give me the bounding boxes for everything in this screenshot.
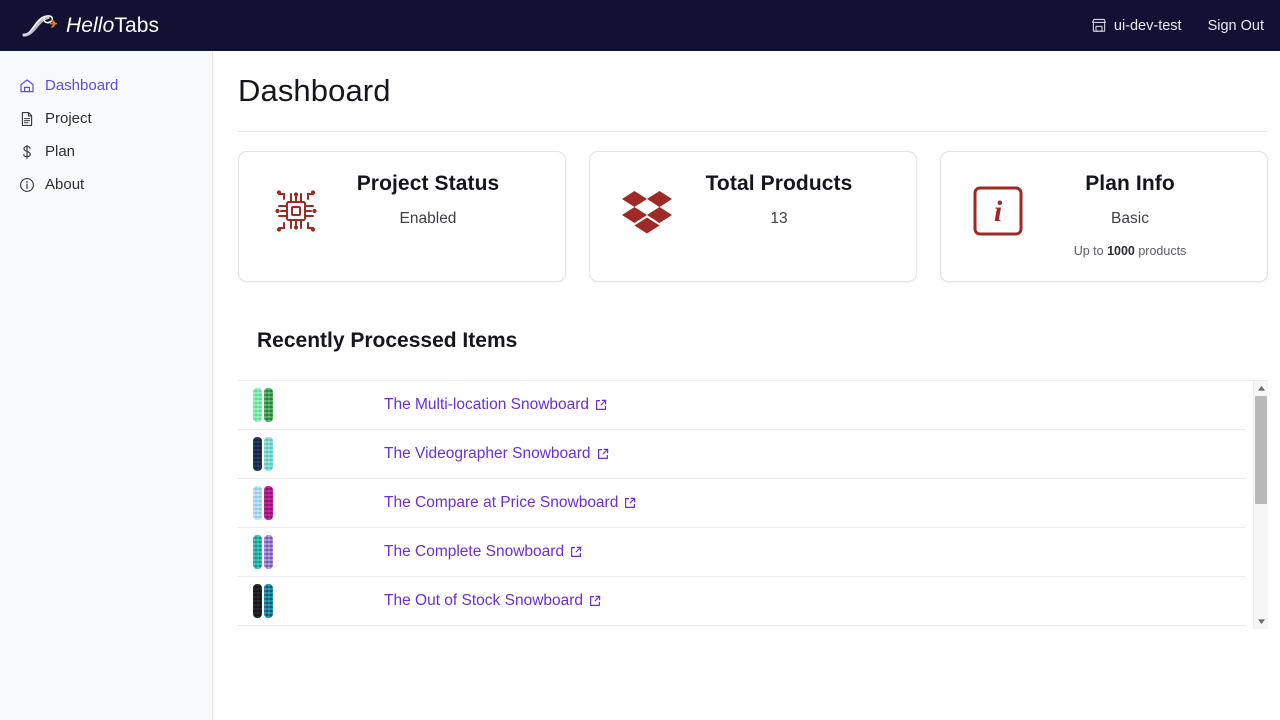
caret-up-icon[interactable] (1254, 381, 1269, 396)
snowboard-right-icon (264, 486, 273, 520)
product-link[interactable]: The Compare at Price Snowboard (384, 494, 636, 512)
svg-text:i: i (994, 195, 1003, 228)
card-title: Plan Info (1085, 172, 1175, 196)
snowboard-left-icon (253, 584, 262, 618)
scrollbar-track[interactable] (1254, 396, 1269, 614)
product-thumbnail (250, 435, 276, 473)
sidebar-item-label: Project (45, 110, 92, 127)
list-item[interactable]: The Complete Snowboard (238, 528, 1246, 577)
card-total-products: Total Products 13 (589, 151, 917, 282)
recent-items-heading: Recently Processed Items (213, 282, 1280, 353)
shop-chip[interactable]: ui-dev-test (1091, 18, 1182, 34)
circuit-chip-icon (269, 184, 323, 238)
top-bar-actions: ui-dev-test Sign Out (1091, 18, 1280, 34)
snowboard-right-icon (264, 535, 273, 569)
product-link-label: The Multi-location Snowboard (384, 396, 589, 414)
sidebar-item-label: Dashboard (45, 77, 118, 94)
sidebar-item-plan[interactable]: Plan (0, 135, 212, 168)
sidebar-item-label: About (45, 176, 84, 193)
card-project-status: Project Status Enabled (238, 151, 566, 282)
brand-name-secondary: Tabs (114, 14, 159, 37)
external-link-icon (589, 595, 601, 607)
page-title: Dashboard (213, 51, 1280, 109)
card-title: Project Status (357, 172, 500, 196)
product-thumbnail (250, 484, 276, 522)
hellotabs-swoosh-icon (22, 11, 64, 41)
dropbox-boxes-icon (620, 184, 674, 238)
sidebar-item-label: Plan (45, 143, 75, 160)
list-scrollbar[interactable] (1253, 381, 1268, 629)
brand-name-primary: Hello (66, 14, 114, 37)
scrollbar-thumb[interactable] (1255, 396, 1267, 504)
card-note-prefix: Up to (1074, 244, 1107, 258)
brand-text: HelloTabs (66, 15, 159, 36)
info-circle-icon (18, 176, 35, 193)
snowboard-left-icon (253, 535, 262, 569)
shop-name: ui-dev-test (1114, 18, 1182, 34)
product-thumbnail (250, 386, 276, 424)
list-item[interactable]: The Videographer Snowboard (238, 430, 1246, 479)
sidebar: Dashboard Project Plan (0, 51, 213, 720)
product-link[interactable]: The Out of Stock Snowboard (384, 592, 601, 610)
top-bar: HelloTabs ui-dev-test Sign Out (0, 0, 1280, 51)
card-value: Basic (1111, 210, 1149, 228)
product-link-label: The Complete Snowboard (384, 543, 564, 561)
product-link[interactable]: The Multi-location Snowboard (384, 396, 607, 414)
recent-items-list: The Multi-location Snowboard The Videogr… (238, 380, 1268, 628)
list-item[interactable]: The Multi-location Snowboard (238, 381, 1246, 430)
product-link-label: The Compare at Price Snowboard (384, 494, 618, 512)
info-square-icon: i (971, 184, 1025, 238)
card-value: Enabled (400, 210, 457, 228)
snowboard-right-icon (264, 584, 273, 618)
summary-cards: Project Status Enabled Total Products (213, 132, 1280, 282)
sidebar-item-dashboard[interactable]: Dashboard (0, 69, 212, 102)
card-title: Total Products (706, 172, 853, 196)
sidebar-item-about[interactable]: About (0, 168, 212, 201)
card-note-suffix: products (1135, 244, 1186, 258)
card-value: 13 (770, 210, 787, 228)
snowboard-left-icon (253, 437, 262, 471)
caret-down-icon[interactable] (1254, 614, 1269, 629)
list-item[interactable]: The Out of Stock Snowboard (238, 577, 1246, 626)
snowboard-right-icon (264, 437, 273, 471)
card-note-strong: 1000 (1107, 244, 1135, 258)
product-thumbnail (250, 533, 276, 571)
product-link[interactable]: The Complete Snowboard (384, 543, 582, 561)
dollar-icon (18, 143, 35, 160)
recent-items-scroll-area: The Multi-location Snowboard The Videogr… (238, 381, 1268, 629)
snowboard-right-icon (264, 388, 273, 422)
snowboard-left-icon (253, 388, 262, 422)
store-icon (1091, 18, 1107, 33)
external-link-icon (595, 399, 607, 411)
product-link-label: The Videographer Snowboard (384, 445, 591, 463)
sign-out-button[interactable]: Sign Out (1208, 18, 1264, 34)
snowboard-left-icon (253, 486, 262, 520)
product-thumbnail (250, 582, 276, 620)
document-icon (18, 110, 35, 127)
home-icon (18, 77, 35, 94)
list-item[interactable]: The Compare at Price Snowboard (238, 479, 1246, 528)
external-link-icon (597, 448, 609, 460)
product-link-label: The Out of Stock Snowboard (384, 592, 583, 610)
main-content: Dashboard (213, 51, 1280, 720)
brand-logo[interactable]: HelloTabs (0, 0, 213, 51)
sidebar-item-project[interactable]: Project (0, 102, 212, 135)
external-link-icon (624, 497, 636, 509)
external-link-icon (570, 546, 582, 558)
card-note: Up to 1000 products (1074, 244, 1187, 258)
card-plan-info: i Plan Info Basic Up to 1000 products (940, 151, 1268, 282)
product-link[interactable]: The Videographer Snowboard (384, 445, 609, 463)
